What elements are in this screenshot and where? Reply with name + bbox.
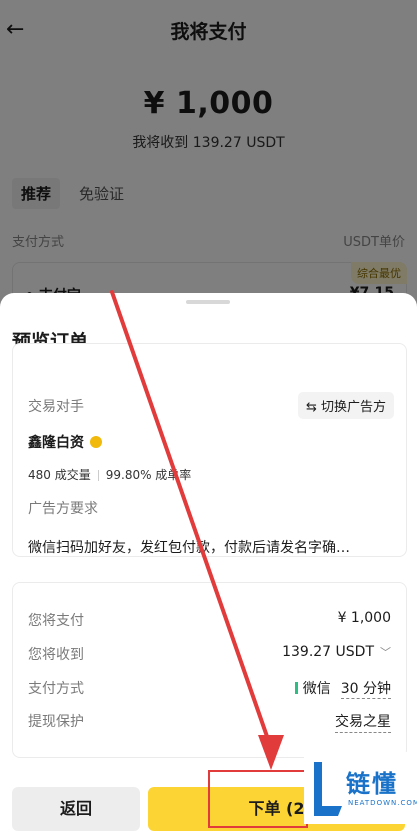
watermark-l-icon: [314, 762, 342, 816]
watermark-en: NEATDOWN.COM: [348, 799, 417, 807]
watermark-logo: 链懂 NEATDOWN.COM: [304, 752, 417, 824]
watermark-cn: 链懂: [346, 770, 398, 798]
annotation-arrow-icon: [110, 290, 284, 770]
annotation-highlight-box: [208, 770, 308, 828]
